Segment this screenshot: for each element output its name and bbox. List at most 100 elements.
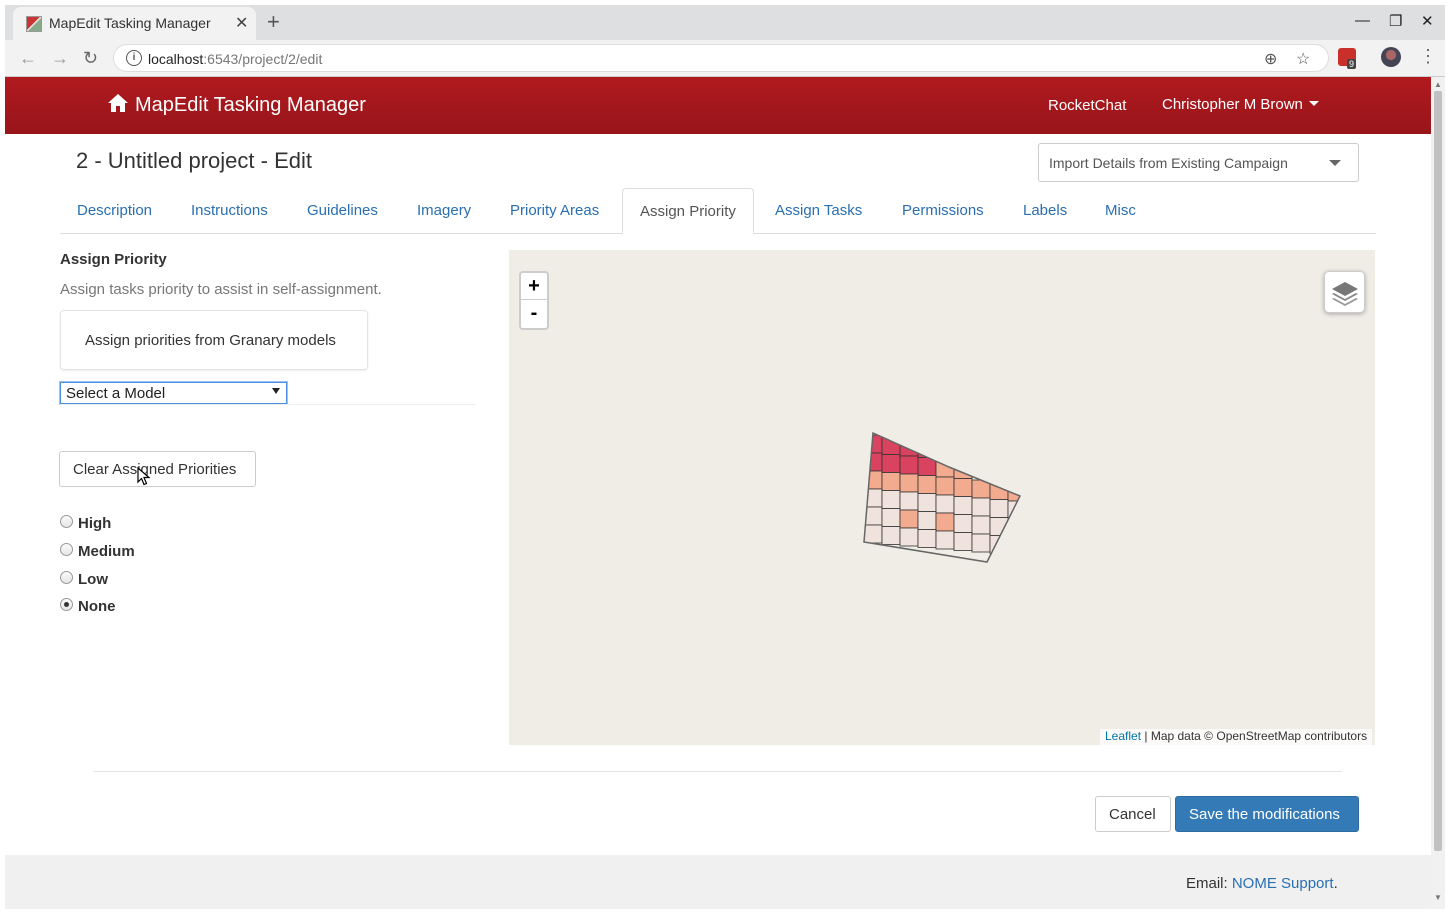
tab-imagery[interactable]: Imagery bbox=[400, 188, 488, 234]
maximize-icon[interactable]: ❐ bbox=[1389, 12, 1402, 30]
granary-tab[interactable]: Assign priorities from Granary models bbox=[60, 310, 368, 370]
brand-link[interactable]: MapEdit Tasking Manager bbox=[107, 93, 366, 117]
task-cell[interactable] bbox=[899, 491, 919, 511]
tab-instructions[interactable]: Instructions bbox=[174, 188, 285, 234]
page-scrollbar[interactable]: ▲ ▼ bbox=[1431, 77, 1445, 909]
user-menu[interactable]: Christopher M Brown bbox=[1162, 96, 1319, 113]
task-cell[interactable] bbox=[1007, 500, 1026, 520]
tab-assign-priority[interactable]: Assign Priority bbox=[622, 188, 754, 234]
profile-avatar[interactable] bbox=[1381, 47, 1401, 67]
task-cell[interactable] bbox=[971, 497, 991, 517]
task-cell[interactable] bbox=[989, 499, 1009, 518]
task-cell[interactable] bbox=[881, 526, 901, 545]
task-cell[interactable] bbox=[1026, 539, 1044, 557]
close-tab-icon[interactable]: ✕ bbox=[235, 13, 248, 33]
task-cell[interactable] bbox=[881, 436, 901, 455]
tab-bar: MapEdit Tasking Manager ✕ + — ❐ ✕ bbox=[5, 5, 1445, 40]
task-cell[interactable] bbox=[881, 454, 901, 473]
address-bar[interactable]: i localhost:6543/project/2/edit ⊕ ☆ bbox=[113, 44, 1329, 72]
task-cell[interactable] bbox=[1026, 503, 1044, 521]
rocketchat-link[interactable]: RocketChat bbox=[1048, 97, 1126, 114]
favicon-icon bbox=[26, 16, 42, 32]
task-cell[interactable] bbox=[864, 524, 883, 544]
leaflet-link[interactable]: Leaflet bbox=[1105, 729, 1141, 743]
cancel-button[interactable]: Cancel bbox=[1095, 796, 1171, 832]
task-cell[interactable] bbox=[935, 476, 955, 496]
chevron-down-icon bbox=[1329, 160, 1341, 166]
layers-button[interactable] bbox=[1324, 271, 1365, 313]
section-heading: Assign Priority bbox=[60, 251, 167, 268]
back-icon[interactable]: ← bbox=[19, 48, 37, 69]
task-cell[interactable] bbox=[899, 509, 919, 529]
task-cell[interactable] bbox=[953, 496, 973, 515]
radio-none[interactable] bbox=[60, 598, 73, 611]
zoom-icon[interactable]: ⊕ bbox=[1264, 49, 1277, 69]
footer-text: Email: NOME Support. bbox=[1186, 875, 1338, 892]
task-cell[interactable] bbox=[899, 527, 919, 547]
tab-priority-areas[interactable]: Priority Areas bbox=[493, 188, 616, 234]
tab-assign-tasks[interactable]: Assign Tasks bbox=[758, 188, 879, 234]
task-cell[interactable] bbox=[971, 515, 991, 535]
save-button[interactable]: Save the modifications bbox=[1175, 796, 1359, 832]
browser-tab[interactable]: MapEdit Tasking Manager ✕ bbox=[13, 7, 256, 40]
tab-labels[interactable]: Labels bbox=[1006, 188, 1084, 234]
task-cell[interactable] bbox=[953, 532, 973, 551]
task-cell[interactable] bbox=[917, 493, 937, 512]
task-grid[interactable] bbox=[509, 250, 1375, 745]
zoom-in-button[interactable]: + bbox=[521, 273, 547, 300]
tab-guidelines[interactable]: Guidelines bbox=[290, 188, 395, 234]
scroll-thumb[interactable] bbox=[1434, 91, 1442, 851]
tab-permissions[interactable]: Permissions bbox=[885, 188, 1001, 234]
section-description: Assign tasks priority to assist in self-… bbox=[60, 281, 382, 298]
tab-misc[interactable]: Misc bbox=[1088, 188, 1153, 234]
zoom-out-button[interactable]: - bbox=[521, 300, 547, 327]
tab-description[interactable]: Description bbox=[60, 188, 169, 234]
site-info-icon[interactable]: i bbox=[126, 50, 142, 66]
scroll-down-icon[interactable]: ▼ bbox=[1434, 893, 1442, 902]
import-campaign-select[interactable]: Import Details from Existing Campaign bbox=[1038, 143, 1359, 182]
radio-medium[interactable] bbox=[60, 543, 73, 556]
task-cells bbox=[864, 434, 1062, 558]
task-cell[interactable] bbox=[953, 514, 973, 533]
task-cell[interactable] bbox=[917, 511, 937, 530]
task-cell[interactable] bbox=[917, 529, 937, 548]
task-cell[interactable] bbox=[1007, 536, 1026, 556]
forward-icon[interactable]: → bbox=[51, 48, 69, 69]
task-cell[interactable] bbox=[1044, 522, 1062, 540]
clear-priorities-button[interactable]: Clear Assigned Priorities bbox=[59, 451, 256, 487]
home-icon bbox=[108, 94, 128, 112]
support-link[interactable]: NOME Support bbox=[1232, 875, 1334, 892]
task-cell[interactable] bbox=[1007, 518, 1026, 538]
radio-high[interactable] bbox=[60, 515, 73, 528]
task-cell[interactable] bbox=[953, 478, 973, 497]
task-cell[interactable] bbox=[864, 452, 883, 472]
task-cell[interactable] bbox=[864, 470, 883, 490]
task-cell[interactable] bbox=[899, 455, 919, 475]
task-cell[interactable] bbox=[971, 533, 991, 553]
task-cell[interactable] bbox=[881, 508, 901, 527]
task-cell[interactable] bbox=[935, 530, 955, 550]
scroll-up-icon[interactable]: ▲ bbox=[1434, 80, 1442, 89]
task-cell[interactable] bbox=[935, 512, 955, 532]
minimize-icon[interactable]: — bbox=[1355, 12, 1370, 29]
new-tab-icon[interactable]: + bbox=[267, 9, 280, 35]
radio-low[interactable] bbox=[60, 571, 73, 584]
task-cell[interactable] bbox=[881, 490, 901, 509]
browser-menu-icon[interactable]: ⋮ bbox=[1419, 46, 1437, 67]
app-navbar: MapEdit Tasking Manager RocketChat Chris… bbox=[5, 77, 1431, 134]
task-cell[interactable] bbox=[935, 494, 955, 514]
task-cell[interactable] bbox=[1044, 504, 1062, 522]
close-window-icon[interactable]: ✕ bbox=[1421, 12, 1434, 30]
model-select[interactable]: Select a Model bbox=[60, 382, 287, 404]
divider bbox=[93, 771, 1342, 772]
task-cell[interactable] bbox=[917, 475, 937, 494]
map[interactable]: + - Leaflet | Map data © OpenStreetMap c… bbox=[509, 250, 1375, 745]
task-cell[interactable] bbox=[1026, 521, 1044, 539]
reload-icon[interactable]: ↻ bbox=[83, 48, 98, 69]
edit-tabs: Description Instructions Guidelines Imag… bbox=[60, 188, 1376, 234]
task-cell[interactable] bbox=[1044, 540, 1062, 558]
task-cell[interactable] bbox=[899, 473, 919, 493]
task-cell[interactable] bbox=[1026, 485, 1044, 503]
task-cell[interactable] bbox=[881, 472, 901, 491]
bookmark-star-icon[interactable]: ☆ bbox=[1296, 49, 1310, 69]
